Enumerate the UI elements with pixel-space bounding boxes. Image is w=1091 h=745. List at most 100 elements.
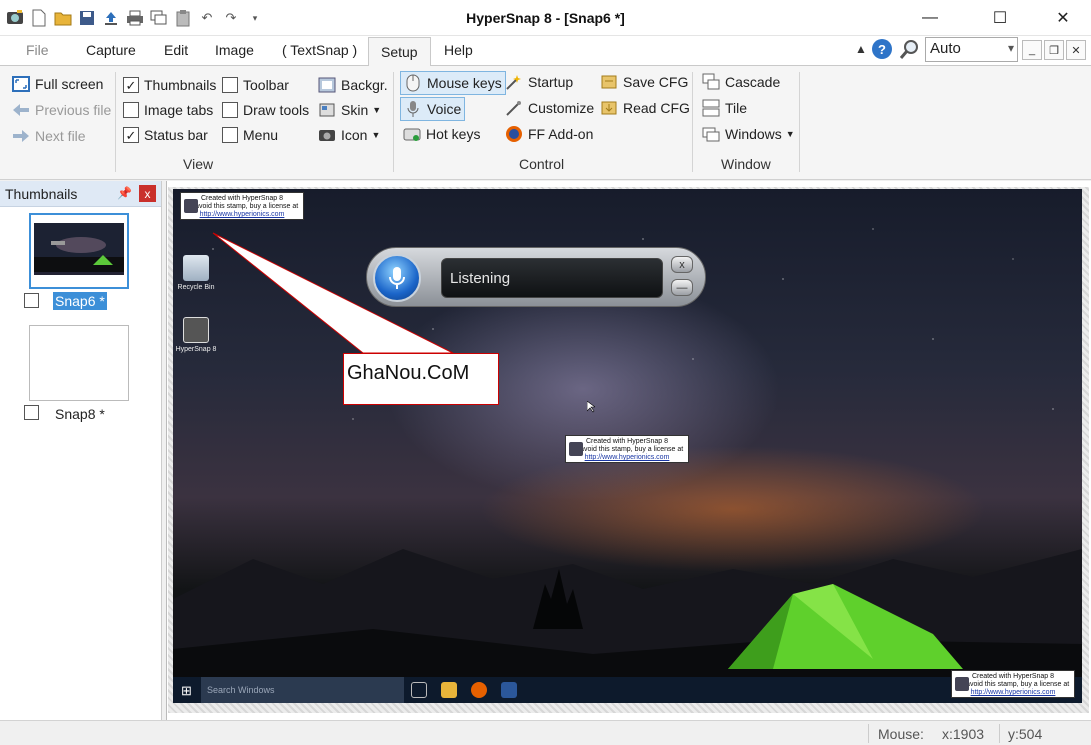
captured-desktop-image[interactable]: This PC Recycle Bin HyperSnap 8 Created …: [173, 189, 1082, 703]
chevron-down-icon: ▾: [1007, 41, 1014, 55]
windows-list-icon: [702, 125, 720, 143]
tab-help[interactable]: Help: [444, 42, 473, 58]
collapse-ribbon-icon[interactable]: ▲: [855, 42, 867, 56]
menu-label: Menu: [243, 127, 279, 143]
thumbnail-snap8[interactable]: [29, 325, 129, 401]
help-icon[interactable]: ?: [872, 39, 892, 59]
previous-file-button[interactable]: Previous file: [12, 99, 111, 121]
full-screen-icon: [12, 75, 30, 93]
tab-image[interactable]: Image: [215, 42, 254, 58]
callout-text: GhaNou.CoM: [347, 362, 470, 384]
windows-dropdown[interactable]: Windows ▼: [702, 123, 795, 145]
status-bar-label: Status bar: [144, 127, 208, 143]
thumbnail-label[interactable]: Snap8 *: [53, 405, 107, 423]
control-group-label: Control: [519, 156, 565, 172]
checkbox-checked-icon: ✓: [123, 77, 139, 93]
startup-button[interactable]: Startup: [505, 71, 573, 93]
mdi-close-button[interactable]: ✕: [1066, 40, 1086, 60]
read-cfg-button[interactable]: Read CFG: [600, 97, 690, 119]
tab-textsnap[interactable]: ( TextSnap ): [282, 42, 357, 58]
camera-icon: [318, 126, 336, 144]
full-screen-button[interactable]: Full screen: [12, 73, 103, 95]
mouse-label: Mouse:: [878, 726, 924, 742]
image-tabs-checkbox[interactable]: Image tabs: [123, 99, 213, 121]
thumbnail-label[interactable]: Snap6 *: [53, 292, 107, 310]
word-icon[interactable]: [501, 682, 517, 698]
dropdown-arrow-icon: ▼: [371, 130, 381, 140]
file-explorer-icon[interactable]: [441, 682, 457, 698]
voice-button[interactable]: Voice: [400, 97, 466, 121]
mdi-restore-button[interactable]: ❐: [1044, 40, 1064, 60]
zoom-select-value: Auto: [930, 40, 961, 57]
draw-tools-label: Draw tools: [243, 102, 310, 118]
mdi-minimize-button[interactable]: _: [1022, 40, 1042, 60]
task-view-icon[interactable]: [411, 682, 427, 698]
background-button[interactable]: Backgr.: [318, 74, 388, 96]
skin-dropdown[interactable]: Skin ▼: [318, 99, 381, 121]
zoom-select[interactable]: Auto ▾: [925, 37, 1018, 62]
thumbnail-snap6[interactable]: [29, 213, 129, 289]
hot-keys-label: Hot keys: [426, 126, 481, 142]
background-label: Backgr.: [341, 77, 388, 93]
image-canvas[interactable]: This PC Recycle Bin HyperSnap 8 Created …: [166, 181, 1091, 720]
watermark-stamp: Created with HyperSnap 8 To avoid this s…: [180, 192, 304, 220]
checkbox-unchecked-icon: [123, 102, 139, 118]
checkbox-unchecked-icon: [222, 102, 238, 118]
icon-dropdown[interactable]: Icon ▼: [318, 124, 380, 146]
taskbar-search[interactable]: Search Windows: [201, 677, 404, 703]
mouse-cursor-icon: [587, 401, 595, 413]
thumbnail-checkbox[interactable]: [24, 293, 39, 308]
mouse-keys-button[interactable]: Mouse keys: [400, 71, 506, 95]
firefox-icon[interactable]: [471, 682, 487, 698]
toolbar-checkbox[interactable]: Toolbar: [222, 74, 289, 96]
tile-icon: [702, 99, 720, 117]
tile-button[interactable]: Tile: [702, 97, 747, 119]
next-file-button[interactable]: Next file: [12, 125, 86, 147]
stamp-line2: To avoid this stamp, buy a license at: [570, 446, 684, 453]
pin-icon[interactable]: 📌: [117, 186, 132, 200]
thumbnail-checkbox[interactable]: [24, 405, 39, 420]
menu-checkbox[interactable]: Menu: [222, 124, 278, 146]
tab-capture[interactable]: Capture: [86, 42, 136, 58]
voice-close-icon[interactable]: x: [671, 256, 693, 273]
thumbnails-panel: Thumbnails 📌 x Snap6 * Snap8 *: [0, 181, 162, 720]
voice-minimize-icon[interactable]: —: [671, 279, 693, 296]
camera-icon: [184, 199, 198, 213]
tab-file[interactable]: File: [26, 42, 49, 58]
draw-tools-checkbox[interactable]: Draw tools: [222, 99, 309, 121]
customize-button[interactable]: Customize: [505, 97, 594, 119]
stamp-link: http://www.hyperionics.com: [584, 454, 670, 461]
maximize-button[interactable]: ☐: [977, 0, 1023, 36]
camera-icon: [955, 677, 969, 691]
ribbon-separator: [115, 72, 116, 172]
minimize-button[interactable]: —: [907, 0, 953, 36]
close-button[interactable]: ✕: [1040, 0, 1086, 36]
hot-keys-button[interactable]: Hot keys: [403, 123, 480, 145]
magic-wand-icon: [505, 99, 523, 117]
magnifier-icon[interactable]: [899, 39, 921, 64]
ribbon-separator: [393, 72, 394, 172]
ff-addon-button[interactable]: FF Add-on: [505, 123, 593, 145]
tab-edit[interactable]: Edit: [164, 42, 188, 58]
status-separator: [999, 724, 1000, 743]
windows-start-icon[interactable]: ⊞: [181, 683, 192, 699]
desktop-taskbar: ⊞ Search Windows: [173, 677, 1082, 703]
firefox-icon: [505, 125, 523, 143]
save-cfg-label: Save CFG: [623, 74, 689, 90]
cascade-button[interactable]: Cascade: [702, 71, 780, 93]
save-cfg-button[interactable]: Save CFG: [600, 71, 688, 93]
status-separator: [868, 724, 869, 743]
callout-box[interactable]: GhaNou.CoM: [343, 353, 499, 405]
ribbon-separator: [799, 72, 800, 172]
tab-setup[interactable]: Setup: [368, 37, 431, 67]
thumbnails-title: Thumbnails: [5, 186, 78, 202]
status-bar-checkbox[interactable]: ✓ Status bar: [123, 124, 208, 146]
ribbon: Full screen Previous file Next file ✓ Th…: [0, 66, 1091, 180]
windows-label: Windows: [725, 126, 782, 142]
close-panel-icon[interactable]: x: [139, 185, 156, 202]
keyboard-icon: [403, 125, 421, 143]
ribbon-separator: [692, 72, 693, 172]
full-screen-label: Full screen: [35, 76, 104, 92]
skin-icon: [318, 101, 336, 119]
thumbnails-checkbox[interactable]: ✓ Thumbnails: [123, 74, 216, 96]
